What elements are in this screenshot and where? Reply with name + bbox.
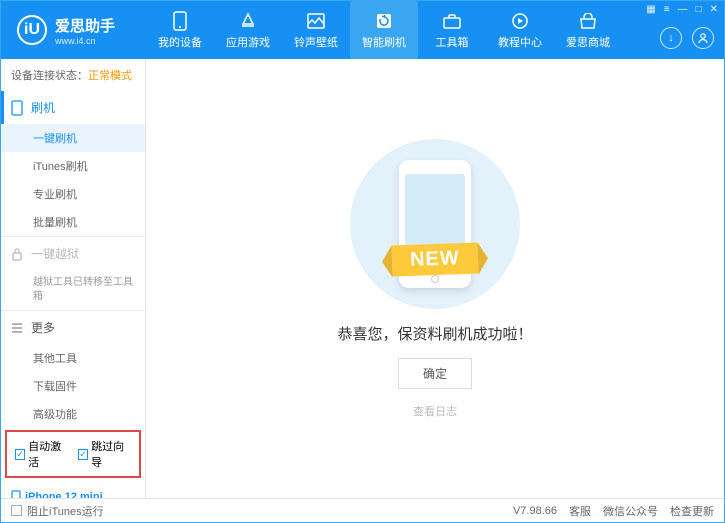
menu-button[interactable]: ▦ — [646, 4, 655, 15]
window-controls: ▦ ≡ — □ ✕ — [646, 4, 718, 15]
sidebar-jailbreak-head[interactable]: 一键越狱 — [1, 237, 145, 270]
wechat-link[interactable]: 微信公众号 — [603, 503, 658, 519]
app-header: iU 爱思助手 www.i4.cn 我的设备 应用游戏 铃声壁纸 智能刷机 工具… — [1, 1, 724, 59]
download-button[interactable]: ↓ — [660, 27, 682, 49]
view-log-link[interactable]: 查看日志 — [413, 403, 457, 419]
success-message: 恭喜您，保资料刷机成功啦！ — [337, 323, 532, 344]
sidebar: 设备连接状态：正常模式 刷机 一键刷机 iTunes刷机 专业刷机 批量刷机 一… — [1, 59, 146, 498]
app-title: 爱思助手 — [55, 15, 115, 36]
nav-flash[interactable]: 智能刷机 — [350, 1, 418, 59]
minimize-button[interactable]: — — [678, 4, 688, 15]
refresh-icon — [374, 11, 394, 31]
flash-options-highlight: ✓自动激活 ✓跳过向导 — [5, 430, 141, 478]
device-name: iPhone 12 mini — [11, 490, 135, 498]
nav-my-device[interactable]: 我的设备 — [146, 1, 214, 59]
toolbox-icon — [442, 11, 462, 31]
check-update-link[interactable]: 检查更新 — [670, 503, 714, 519]
skip-guide-checkbox[interactable]: ✓跳过向导 — [78, 438, 131, 470]
version-label: V7.98.66 — [513, 505, 557, 517]
header-user-area: ↓ — [660, 27, 714, 49]
phone-icon — [11, 490, 21, 498]
sidebar-download-firmware[interactable]: 下载固件 — [1, 372, 145, 400]
close-button[interactable]: ✕ — [710, 4, 718, 15]
lock-icon — [11, 247, 23, 261]
settings-button[interactable]: ≡ — [664, 4, 670, 15]
sidebar-pro-flash[interactable]: 专业刷机 — [1, 180, 145, 208]
tutorial-icon — [510, 11, 530, 31]
sidebar-flash-head[interactable]: 刷机 — [1, 91, 145, 124]
block-itunes-checkbox[interactable] — [11, 505, 22, 516]
main-nav: 我的设备 应用游戏 铃声壁纸 智能刷机 工具箱 教程中心 爱思商城 — [146, 1, 622, 59]
logo-icon: iU — [17, 15, 47, 45]
sidebar-one-click-flash[interactable]: 一键刷机 — [1, 124, 145, 152]
confirm-button[interactable]: 确定 — [398, 358, 472, 389]
support-link[interactable]: 客服 — [569, 503, 591, 519]
sidebar-more-head[interactable]: 更多 — [1, 311, 145, 344]
nav-apps[interactable]: 应用游戏 — [214, 1, 282, 59]
apps-icon — [238, 11, 258, 31]
store-icon — [578, 11, 598, 31]
footer: 阻止iTunes运行 V7.98.66 客服 微信公众号 检查更新 — [1, 498, 724, 522]
sidebar-jailbreak-note: 越狱工具已转移至工具箱 — [1, 270, 145, 310]
main-content: NEW 恭喜您，保资料刷机成功啦！ 确定 查看日志 — [146, 59, 724, 498]
sidebar-batch-flash[interactable]: 批量刷机 — [1, 208, 145, 236]
sidebar-other-tools[interactable]: 其他工具 — [1, 344, 145, 372]
device-info[interactable]: iPhone 12 mini 64GB Down-12mini-13,1 — [1, 484, 145, 498]
logo-area: iU 爱思助手 www.i4.cn — [1, 15, 146, 46]
phone-icon — [170, 11, 190, 31]
nav-ringtone[interactable]: 铃声壁纸 — [282, 1, 350, 59]
user-button[interactable] — [692, 27, 714, 49]
phone-icon — [11, 100, 23, 116]
wallpaper-icon — [306, 11, 326, 31]
nav-store[interactable]: 爱思商城 — [554, 1, 622, 59]
sidebar-advanced[interactable]: 高级功能 — [1, 400, 145, 428]
sidebar-itunes-flash[interactable]: iTunes刷机 — [1, 152, 145, 180]
auto-activate-checkbox[interactable]: ✓自动激活 — [15, 438, 68, 470]
block-itunes-label: 阻止iTunes运行 — [27, 503, 104, 519]
nav-tutorial[interactable]: 教程中心 — [486, 1, 554, 59]
success-illustration: NEW — [350, 139, 520, 309]
connection-status: 设备连接状态：正常模式 — [1, 59, 145, 91]
list-icon — [11, 322, 23, 334]
nav-toolbox[interactable]: 工具箱 — [418, 1, 486, 59]
new-banner: NEW — [392, 242, 479, 276]
maximize-button[interactable]: □ — [696, 4, 702, 15]
app-url: www.i4.cn — [55, 36, 115, 46]
